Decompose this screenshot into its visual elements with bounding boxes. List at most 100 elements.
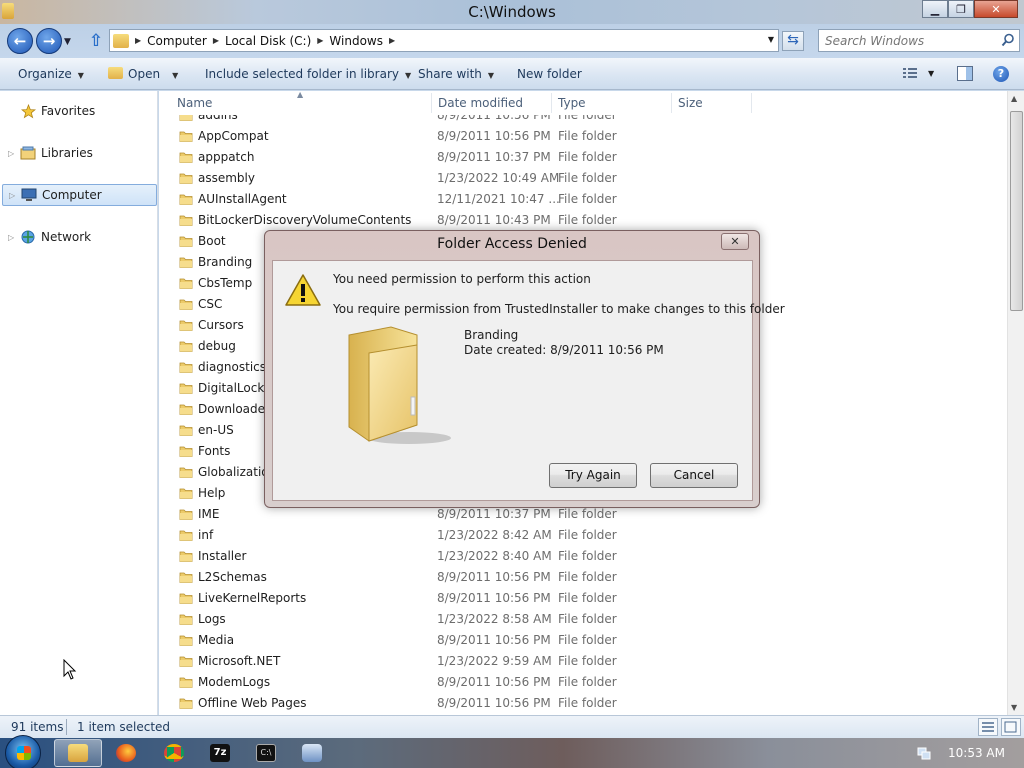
file-row[interactable]: apppatch 8/9/2011 10:37 PM File folder: [159, 147, 1010, 168]
taskbar-explorer[interactable]: [54, 739, 102, 767]
file-row[interactable]: AUInstallAgent 12/11/2021 10:47 ... File f…: [159, 189, 1010, 210]
file-name: Installer: [198, 549, 247, 563]
try-again-button[interactable]: Try Again: [549, 463, 637, 488]
address-dropdown-icon[interactable]: ▼: [768, 35, 774, 44]
maximize-button[interactable]: ❐: [948, 0, 974, 18]
column-divider[interactable]: [671, 93, 672, 113]
file-type: File folder: [558, 213, 617, 227]
file-row[interactable]: ModemLogs 8/9/2011 10:56 PM File folder: [159, 672, 1010, 693]
column-divider[interactable]: [551, 93, 552, 113]
close-window-button[interactable]: ✕: [974, 0, 1018, 18]
file-name: Fonts: [198, 444, 231, 458]
cancel-button[interactable]: Cancel: [650, 463, 738, 488]
up-arrow-icon[interactable]: ⇧: [87, 31, 105, 51]
column-date-modified[interactable]: Date modified: [438, 96, 523, 110]
folder-icon: [179, 257, 193, 268]
folder-icon: [179, 446, 193, 457]
folder-icon: [179, 215, 193, 226]
scrollbar-thumb[interactable]: [1010, 111, 1023, 311]
search-input[interactable]: [819, 30, 989, 51]
taskbar-cmd[interactable]: C:\: [242, 739, 290, 767]
file-row[interactable]: assembly 1/23/2022 10:49 AM File folder: [159, 168, 1010, 189]
minimize-button[interactable]: ▁: [922, 0, 948, 18]
taskbar-7zip[interactable]: 7z: [196, 739, 244, 767]
help-icon[interactable]: ?: [993, 66, 1009, 82]
taskbar-virtualbox[interactable]: [288, 739, 336, 767]
file-date-modified: 8/9/2011 10:43 PM: [437, 213, 551, 227]
new-folder-button[interactable]: New folder: [517, 67, 582, 81]
file-type: File folder: [558, 612, 617, 626]
breadcrumb-arrow-icon[interactable]: ▶: [135, 36, 141, 45]
column-type[interactable]: Type: [558, 96, 586, 110]
nav-item-favorites[interactable]: Favorites: [0, 100, 158, 122]
scroll-down-arrow-icon[interactable]: ▼: [1011, 703, 1017, 712]
file-name: inf: [198, 528, 214, 542]
expand-arrow-icon[interactable]: ▷: [8, 233, 20, 242]
breadcrumb-computer[interactable]: Computer: [147, 34, 207, 48]
sort-ascending-icon: ▲: [297, 91, 304, 99]
column-size[interactable]: Size: [678, 96, 703, 110]
nav-item-computer[interactable]: ▷ Computer: [2, 184, 157, 206]
file-name: AppCompat: [198, 129, 269, 143]
share-label: Share with: [418, 67, 482, 81]
file-row[interactable]: Installer 1/23/2022 8:40 AM File folder: [159, 546, 1010, 567]
dialog-close-button[interactable]: ✕: [721, 233, 749, 250]
open-button[interactable]: Open ▼: [108, 67, 178, 81]
folder-icon: [68, 744, 88, 762]
breadcrumb-arrow-icon[interactable]: ▶: [389, 36, 395, 45]
file-name: Branding: [198, 255, 253, 269]
file-type: File folder: [558, 570, 617, 584]
file-row[interactable]: BitLockerDiscoveryVolumeContents 8/9/2011…: [159, 210, 1010, 231]
firefox-icon: [116, 744, 136, 762]
details-view-button[interactable]: [978, 718, 998, 736]
include-in-library-menu[interactable]: Include selected folder in library ▼: [205, 67, 411, 81]
file-row[interactable]: Logs 1/23/2022 8:58 AM File folder: [159, 609, 1010, 630]
large-icons-view-button[interactable]: [1001, 718, 1021, 736]
network-status-icon[interactable]: [917, 746, 931, 760]
column-headers: ▲ Name Date modified Type Size: [159, 91, 1010, 115]
column-divider[interactable]: [751, 93, 752, 113]
recent-pages-dropdown[interactable]: ▼: [64, 37, 71, 47]
search-icon[interactable]: [1001, 33, 1015, 47]
expand-arrow-icon[interactable]: ▷: [9, 191, 21, 200]
nav-item-libraries[interactable]: ▷ Libraries: [0, 142, 158, 164]
vertical-scrollbar[interactable]: ▲ ▼: [1007, 91, 1024, 715]
chrome-icon: [164, 744, 184, 762]
nav-label-computer: Computer: [42, 188, 102, 202]
breadcrumb-arrow-icon[interactable]: ▶: [213, 36, 219, 45]
refresh-button[interactable]: ⇆: [782, 31, 804, 51]
view-options-icon[interactable]: [902, 66, 918, 80]
dialog-title: Folder Access Denied: [437, 236, 587, 252]
forward-button[interactable]: →: [36, 28, 62, 54]
breadcrumb-local-disk[interactable]: Local Disk (C:): [225, 34, 311, 48]
taskbar-chrome[interactable]: [150, 739, 198, 767]
file-row[interactable]: inf 1/23/2022 8:42 AM File folder: [159, 525, 1010, 546]
file-row[interactable]: L2Schemas 8/9/2011 10:56 PM File folder: [159, 567, 1010, 588]
back-button[interactable]: ←: [7, 28, 33, 54]
7zip-icon: 7z: [210, 744, 230, 762]
nav-item-network[interactable]: ▷ Network: [0, 226, 158, 248]
organize-menu[interactable]: Organize ▼: [18, 67, 84, 81]
chevron-down-icon: ▼: [404, 71, 412, 80]
preview-pane-icon[interactable]: [957, 66, 973, 81]
file-row[interactable]: Media 8/9/2011 10:56 PM File folder: [159, 630, 1010, 651]
breadcrumb-windows[interactable]: Windows: [329, 34, 383, 48]
file-row[interactable]: AppCompat 8/9/2011 10:56 PM File folder: [159, 126, 1010, 147]
breadcrumb-arrow-icon[interactable]: ▶: [317, 36, 323, 45]
file-row[interactable]: Microsoft.NET 1/23/2022 9:59 AM File folde…: [159, 651, 1010, 672]
expand-arrow-icon[interactable]: ▷: [8, 149, 20, 158]
title-bar[interactable]: C:\Windows ▁ ❐ ✕: [0, 0, 1024, 24]
share-with-menu[interactable]: Share with ▼: [418, 67, 494, 81]
file-name: debug: [198, 339, 236, 353]
file-row[interactable]: LiveKernelReports 8/9/2011 10:56 PM File f…: [159, 588, 1010, 609]
file-name: CSC: [198, 297, 223, 311]
file-row[interactable]: Offline Web Pages 8/9/2011 10:56 PM File f…: [159, 693, 1010, 714]
address-bar[interactable]: ▶ Computer ▶ Local Disk (C:) ▶ Windows ▶…: [109, 29, 779, 52]
start-button[interactable]: [5, 735, 41, 768]
view-dropdown-icon[interactable]: ▼: [928, 69, 934, 78]
taskbar-firefox[interactable]: [102, 739, 150, 767]
clock[interactable]: 10:53 AM: [948, 746, 1005, 760]
column-divider[interactable]: [431, 93, 432, 113]
scroll-up-arrow-icon[interactable]: ▲: [1011, 94, 1017, 103]
column-name[interactable]: Name: [177, 96, 212, 110]
